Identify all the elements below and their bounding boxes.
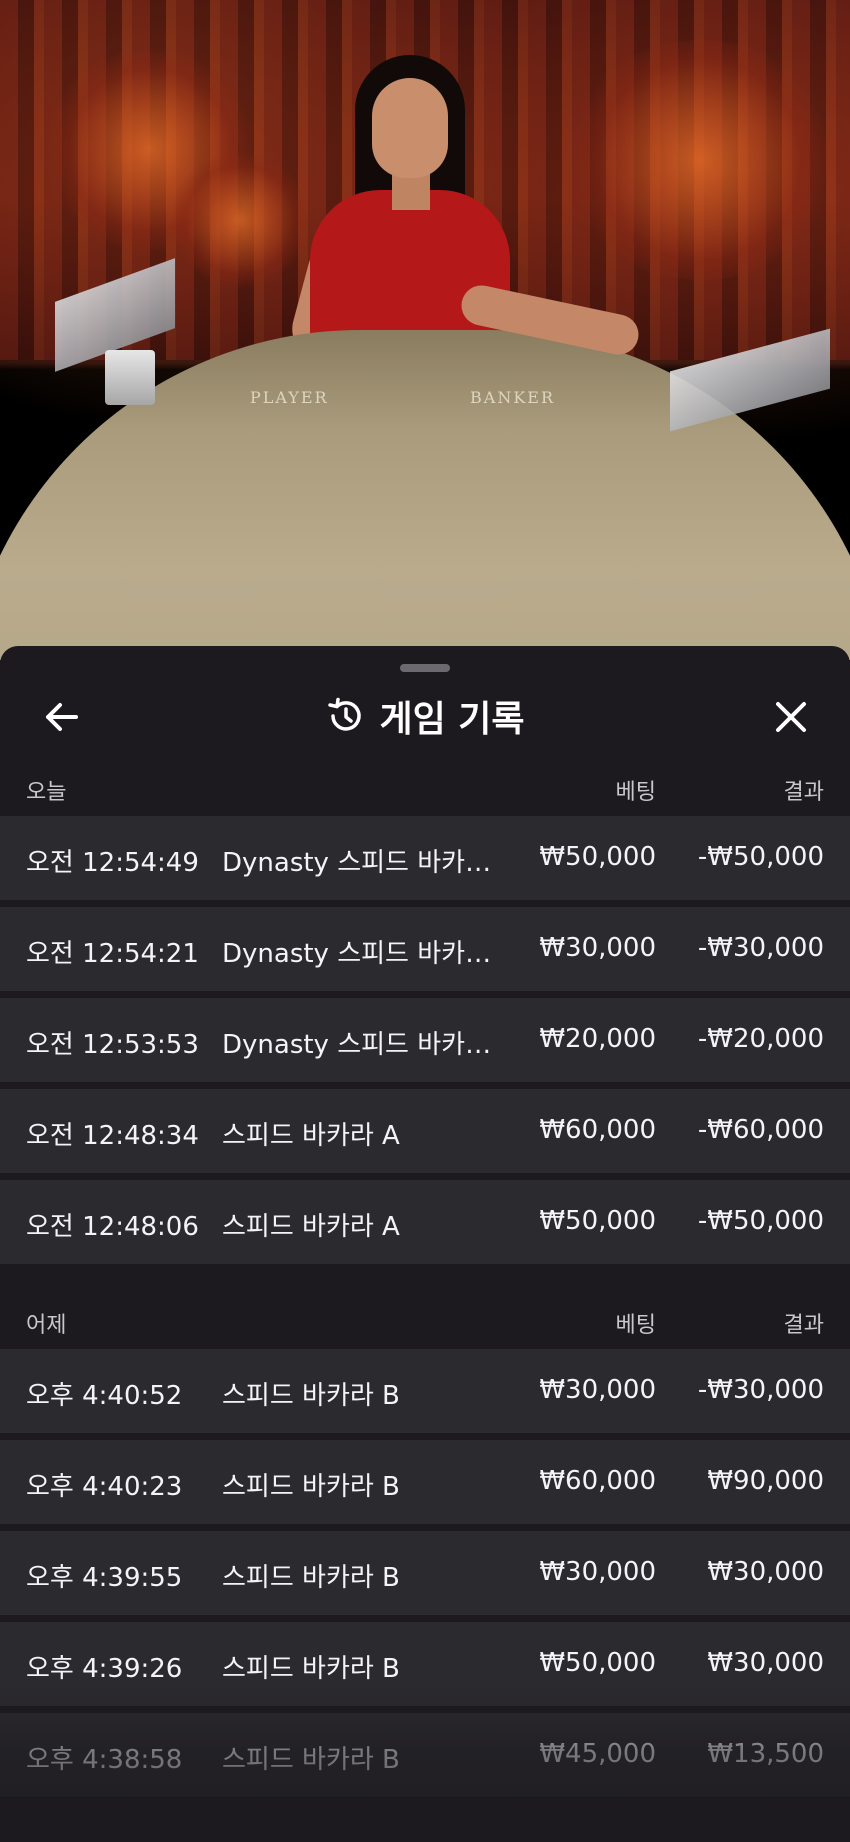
game-name: Dynasty 스피드 바카라 A	[222, 1030, 502, 1060]
history-row[interactable]: 오전 12:48:06 스피드 바카라 A ₩50,000 -₩50,000	[0, 1180, 850, 1264]
section-day-label: 오늘	[26, 780, 67, 805]
bet-amount: ₩50,000	[539, 1206, 656, 1236]
section-header-yesterday: 어제 베팅 결과	[0, 1299, 850, 1343]
close-button[interactable]	[766, 692, 816, 742]
history-row[interactable]: 오후 4:40:23 스피드 바카라 B ₩60,000 ₩90,000	[0, 1440, 850, 1524]
result-amount: ₩30,000	[707, 1648, 824, 1678]
history-row[interactable]: 오전 12:54:21 Dynasty 스피드 바카라 A ₩30,000 -₩…	[0, 907, 850, 991]
game-name: 스피드 바카라 B	[222, 1563, 400, 1593]
round-time: 오후 4:39:26	[26, 1654, 183, 1684]
round-time: 오후 4:40:52	[26, 1381, 183, 1411]
round-time: 오전 12:54:49	[26, 848, 199, 878]
result-column-header: 결과	[783, 1313, 824, 1338]
game-name: 스피드 바카라 A	[222, 1212, 400, 1242]
bet-amount: ₩50,000	[539, 842, 656, 872]
history-row[interactable]: 오후 4:40:52 스피드 바카라 B ₩30,000 -₩30,000	[0, 1349, 850, 1433]
history-row[interactable]: 오전 12:54:49 Dynasty 스피드 바카라 A ₩50,000 -₩…	[0, 816, 850, 900]
table-label-banker: BANKER	[470, 388, 555, 407]
live-video-feed: PLAYER BANKER	[0, 0, 850, 660]
result-amount: -₩30,000	[697, 1375, 824, 1405]
game-name: 스피드 바카라 B	[222, 1745, 400, 1775]
bet-amount: ₩30,000	[539, 1557, 656, 1587]
game-history-sheet: 게임 기록 오늘 베팅 결과 오전 12:54:49 Dynasty 스피드 바…	[0, 646, 850, 1842]
history-row[interactable]: 오전 12:53:53 Dynasty 스피드 바카라 A ₩20,000 -₩…	[0, 998, 850, 1082]
drag-handle[interactable]	[400, 664, 450, 672]
bet-amount: ₩30,000	[539, 1375, 656, 1405]
history-row[interactable]: 오후 4:38:58 스피드 바카라 B ₩45,000 ₩13,500	[0, 1713, 850, 1797]
round-time: 오전 12:54:21	[26, 939, 199, 969]
table-label-player: PLAYER	[250, 388, 329, 407]
round-time: 오후 4:39:55	[26, 1563, 183, 1593]
section-header-today: 오늘 베팅 결과	[0, 766, 850, 810]
sheet-header: 게임 기록	[0, 686, 850, 746]
bet-column-header: 베팅	[615, 1313, 656, 1338]
bet-amount: ₩45,000	[539, 1739, 656, 1769]
decor-plant	[560, 40, 840, 280]
result-amount: -₩30,000	[697, 933, 824, 963]
round-time: 오전 12:48:06	[26, 1212, 199, 1242]
bet-amount: ₩20,000	[539, 1024, 656, 1054]
round-time: 오전 12:48:34	[26, 1121, 199, 1151]
result-amount: -₩50,000	[697, 842, 824, 872]
close-icon	[776, 702, 806, 732]
dealer-face	[372, 78, 448, 178]
card-discard-box	[105, 350, 155, 405]
bet-amount: ₩60,000	[539, 1466, 656, 1496]
decor-plant	[170, 150, 310, 290]
result-amount: ₩13,500	[707, 1739, 824, 1769]
game-name: 스피드 바카라 B	[222, 1472, 400, 1502]
result-amount: -₩20,000	[697, 1024, 824, 1054]
history-row[interactable]: 오후 4:39:55 스피드 바카라 B ₩30,000 ₩30,000	[0, 1531, 850, 1615]
game-name: 스피드 바카라 B	[222, 1381, 400, 1411]
result-amount: ₩90,000	[707, 1466, 824, 1496]
result-column-header: 결과	[783, 780, 824, 805]
result-amount: ₩30,000	[707, 1557, 824, 1587]
game-name: Dynasty 스피드 바카라 A	[222, 848, 502, 878]
bet-amount: ₩60,000	[539, 1115, 656, 1145]
result-amount: -₩60,000	[697, 1115, 824, 1145]
round-time: 오후 4:38:58	[26, 1745, 183, 1775]
game-name: Dynasty 스피드 바카라 A	[222, 939, 502, 969]
result-amount: -₩50,000	[697, 1206, 824, 1236]
history-row[interactable]: 오후 4:39:26 스피드 바카라 B ₩50,000 ₩30,000	[0, 1622, 850, 1706]
bet-amount: ₩50,000	[539, 1648, 656, 1678]
page-title: 게임 기록	[379, 699, 525, 740]
game-name: 스피드 바카라 B	[222, 1654, 400, 1684]
round-time: 오전 12:53:53	[26, 1030, 199, 1060]
game-name: 스피드 바카라 A	[222, 1121, 400, 1151]
bet-column-header: 베팅	[615, 780, 656, 805]
history-icon	[328, 697, 362, 731]
bet-amount: ₩30,000	[539, 933, 656, 963]
section-day-label: 어제	[26, 1313, 67, 1338]
round-time: 오후 4:40:23	[26, 1472, 183, 1502]
history-row[interactable]: 오전 12:48:34 스피드 바카라 A ₩60,000 -₩60,000	[0, 1089, 850, 1173]
